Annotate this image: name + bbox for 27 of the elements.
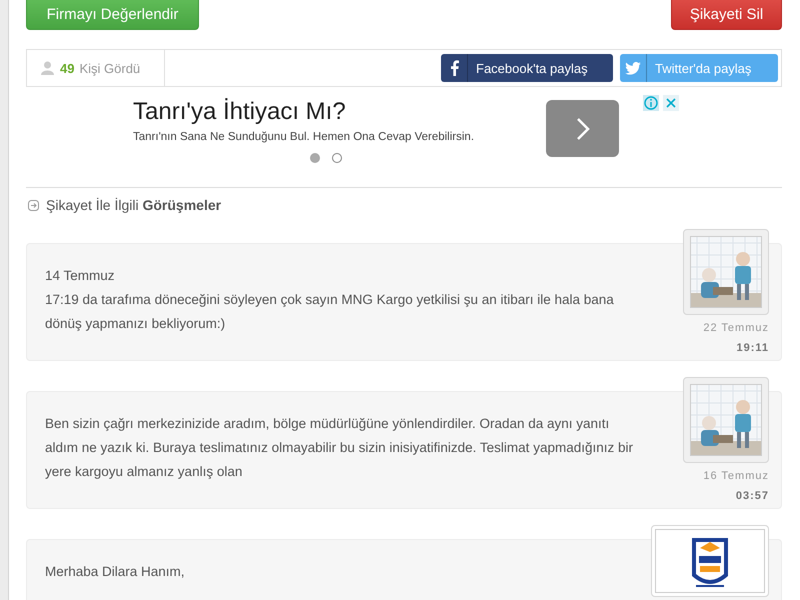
next-button[interactable] xyxy=(546,100,619,157)
message-text: 17:19 da tarafıma döneceğini söyleyen çok sayın MNG Kargo yetkilisi şu an itibarı ile hala bana dönüş yapmanızı bekliyorum:) xyxy=(45,291,615,333)
expand-icon[interactable] xyxy=(28,200,39,210)
section-title: Şikayet İle İlgili Görüşmeler xyxy=(46,197,222,213)
message-time: 03:57 xyxy=(736,490,769,502)
slide-dot[interactable] xyxy=(310,153,320,163)
facebook-share-button[interactable]: Facebook'ta paylaş xyxy=(441,54,613,82)
view-count: 49 xyxy=(60,60,74,76)
ad-title[interactable]: Tanrı'ya İhtiyacı Mı? xyxy=(133,97,533,127)
twitter-share-button[interactable]: Twitter'da paylaş xyxy=(620,54,778,82)
chevron-right-icon xyxy=(576,116,590,140)
facebook-icon xyxy=(450,60,458,76)
delete-button[interactable]: Şikayeti Sil xyxy=(671,0,782,30)
ad-text: Tanrı'nın Sana Ne Sunduğunu Bul. Hemen Ona Cevap Verebilirsin. xyxy=(133,131,476,143)
message-date: 22 Temmuz xyxy=(703,322,769,334)
view-label: Kişi Gördü xyxy=(79,60,140,76)
close-icon[interactable] xyxy=(663,95,679,111)
bird-icon xyxy=(625,62,641,74)
message-text: Merhaba Dilara Hanım, xyxy=(45,563,186,581)
message-time: 19:11 xyxy=(736,342,769,354)
slide-dot[interactable] xyxy=(332,153,342,163)
message-date: 16 Temmuz xyxy=(703,470,769,482)
rate-button[interactable]: Firmayı Değerlendir xyxy=(26,0,199,30)
info-icon[interactable] xyxy=(643,95,659,111)
message-text: Ben sizin çağrı merkezinizide aradım, bölge müdürlüğüne yönlendirdiler. Oradan da aynı yanıtı aldım ne yazık ki. Buraya teslimatınız olmayabilir bu sizin inisiyatifinizde. Teslimat yapmadığınız bir yere kargoyu almanız yanlış olan xyxy=(45,415,634,481)
person-icon xyxy=(41,61,54,75)
message-text: 14 Temmuz xyxy=(45,267,116,285)
